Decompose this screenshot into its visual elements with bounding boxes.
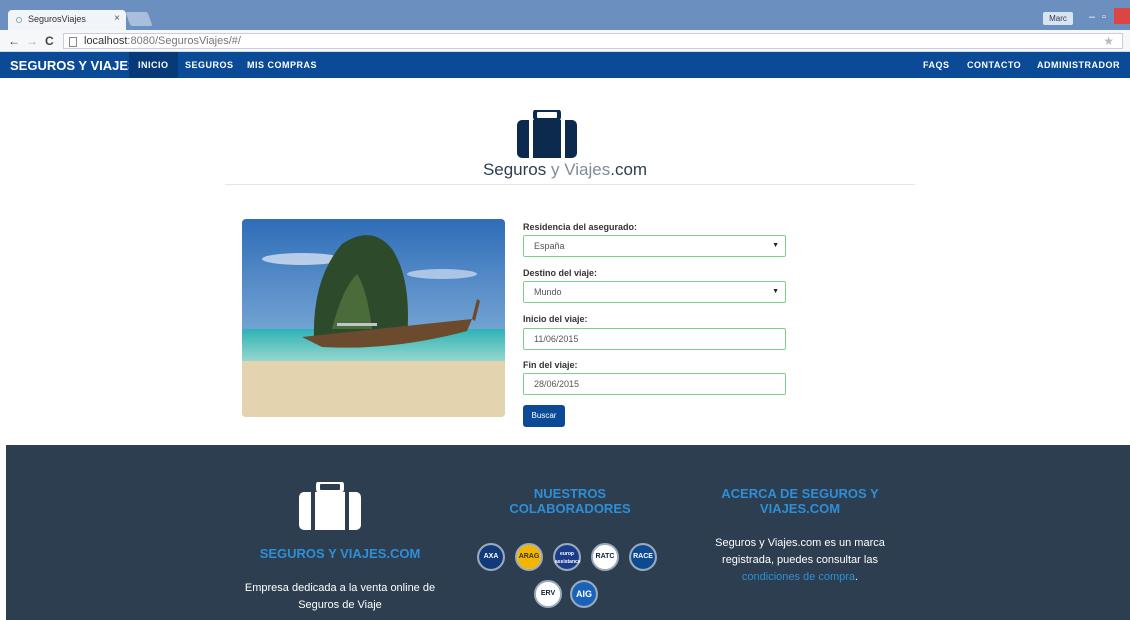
- about-title-line2: VIAJES.COM: [759, 501, 841, 516]
- partner-race-label: RACE: [631, 545, 655, 569]
- footer-brand-text-line1: Empresa dedicada a la venta online de: [244, 582, 436, 594]
- footer-brand-text-line2: Seguros de Viaje: [298, 599, 382, 611]
- partner-europ-label: europ assistance: [555, 545, 581, 569]
- inicio-label: Inicio del viaje:: [523, 314, 588, 324]
- footer-suitcase-icon: [299, 482, 361, 530]
- logo-word-viajes: y Viajes: [546, 160, 611, 179]
- residencia-value: España: [534, 241, 565, 251]
- browser-tab[interactable]: SegurosViajes ×: [8, 10, 126, 30]
- partner-europ-logo[interactable]: europ assistance: [553, 543, 581, 571]
- fin-date-input[interactable]: 28/06/2015: [523, 373, 786, 395]
- partners-title-line2: COLABORADORES: [509, 501, 631, 516]
- nav-administrador[interactable]: ADMINISTRADOR: [1028, 52, 1129, 78]
- about-text-period: .: [855, 571, 859, 583]
- partner-arag-label: ARAG: [517, 545, 541, 569]
- minimize-icon[interactable]: –: [1089, 11, 1095, 23]
- partner-erv-label: ERV: [536, 582, 560, 606]
- destino-label: Destino del viaje:: [523, 268, 598, 278]
- buscar-button[interactable]: Buscar: [523, 405, 565, 427]
- partner-erv-logo[interactable]: ERV: [534, 580, 562, 608]
- about-text-line3: condiciones de compra.: [690, 569, 910, 586]
- window-close-icon[interactable]: [1114, 8, 1130, 24]
- partner-race-logo[interactable]: RACE: [629, 543, 657, 571]
- nav-faqs[interactable]: FAQS: [914, 52, 959, 78]
- url-host: localhost: [84, 35, 128, 47]
- footer-about-title: ACERCA DE SEGUROS Y VIAJES.COM: [690, 486, 910, 516]
- footer-partners-title: NUESTROS COLABORADORES: [470, 486, 670, 516]
- condiciones-link[interactable]: condiciones de compra: [742, 571, 855, 583]
- destino-select[interactable]: Mundo ▼: [523, 281, 786, 303]
- site-logo-text: Seguros y Viajes.com: [420, 160, 710, 180]
- partner-axa-logo[interactable]: AXA: [477, 543, 505, 571]
- new-tab-button[interactable]: [125, 12, 153, 26]
- fin-label: Fin del viaje:: [523, 360, 578, 370]
- about-title-line1: ACERCA DE SEGUROS Y: [721, 486, 879, 501]
- chevron-down-icon: ▼: [772, 288, 779, 295]
- user-badge[interactable]: Marc: [1043, 12, 1073, 25]
- residencia-label: Residencia del asegurado:: [523, 222, 638, 232]
- url-path: :8080/SegurosViajes/#/: [127, 35, 241, 47]
- beach-photo: [242, 219, 505, 417]
- restore-icon[interactable]: ▫: [1102, 11, 1106, 23]
- bookmark-star-icon[interactable]: ★: [1103, 34, 1114, 48]
- page-icon: [69, 37, 77, 47]
- tab-close-icon[interactable]: ×: [114, 13, 120, 24]
- inicio-date-input[interactable]: 11/06/2015: [523, 328, 786, 350]
- tab-title: SegurosViajes: [28, 14, 86, 24]
- partners-title-line1: NUESTROS: [533, 486, 607, 501]
- chevron-down-icon: ▼: [772, 242, 779, 249]
- residencia-select[interactable]: España ▼: [523, 235, 786, 257]
- footer-brand-text: Empresa dedicada a la venta online de Se…: [220, 580, 460, 614]
- partner-ratc-logo[interactable]: RATC: [591, 543, 619, 571]
- footer: [6, 445, 1130, 620]
- inicio-value: 11/06/2015: [534, 334, 579, 344]
- destino-value: Mundo: [534, 287, 562, 297]
- partner-aig-logo[interactable]: AIG: [570, 580, 598, 608]
- site-navbar: SEGUROS Y VIAJES INICIO SEGUROS MIS COMP…: [0, 52, 1130, 78]
- logo-word-com: .com: [610, 160, 648, 179]
- footer-about-text: Seguros y Viajes.com es un marca registr…: [690, 535, 910, 586]
- partner-ratc-label: RATC: [593, 545, 617, 569]
- back-icon[interactable]: ←: [8, 34, 20, 48]
- partner-aig-label: AIG: [572, 582, 596, 606]
- nav-contacto[interactable]: CONTACTO: [958, 52, 1030, 78]
- browser-titlebar: SegurosViajes × Marc – ▫: [0, 0, 1130, 30]
- forward-icon[interactable]: →: [26, 34, 38, 48]
- footer-brand-title: SEGUROS Y VIAJES.COM: [259, 546, 421, 561]
- about-text-line2: registrada, puedes consultar las: [722, 554, 878, 566]
- fin-value: 28/06/2015: [534, 379, 580, 389]
- divider: [225, 184, 915, 185]
- navbar-brand[interactable]: SEGUROS Y VIAJES: [10, 58, 137, 73]
- partner-axa-label: AXA: [479, 545, 503, 569]
- logo-word-seguros: Seguros: [482, 160, 547, 179]
- url-input[interactable]: localhost:8080/SegurosViajes/#/ ★: [63, 33, 1123, 49]
- about-text-line1: Seguros y Viajes.com es un marca: [715, 537, 885, 549]
- nav-seguros[interactable]: SEGUROS: [176, 52, 243, 78]
- nav-inicio[interactable]: INICIO: [129, 52, 178, 78]
- reload-icon[interactable]: C: [45, 34, 54, 48]
- nav-mis-compras[interactable]: MIS COMPRAS: [238, 52, 326, 78]
- partner-arag-logo[interactable]: ARAG: [515, 543, 543, 571]
- address-bar: ← → C localhost:8080/SegurosViajes/#/ ★: [0, 30, 1130, 52]
- favicon-icon: [16, 17, 22, 23]
- suitcase-icon: [517, 110, 577, 158]
